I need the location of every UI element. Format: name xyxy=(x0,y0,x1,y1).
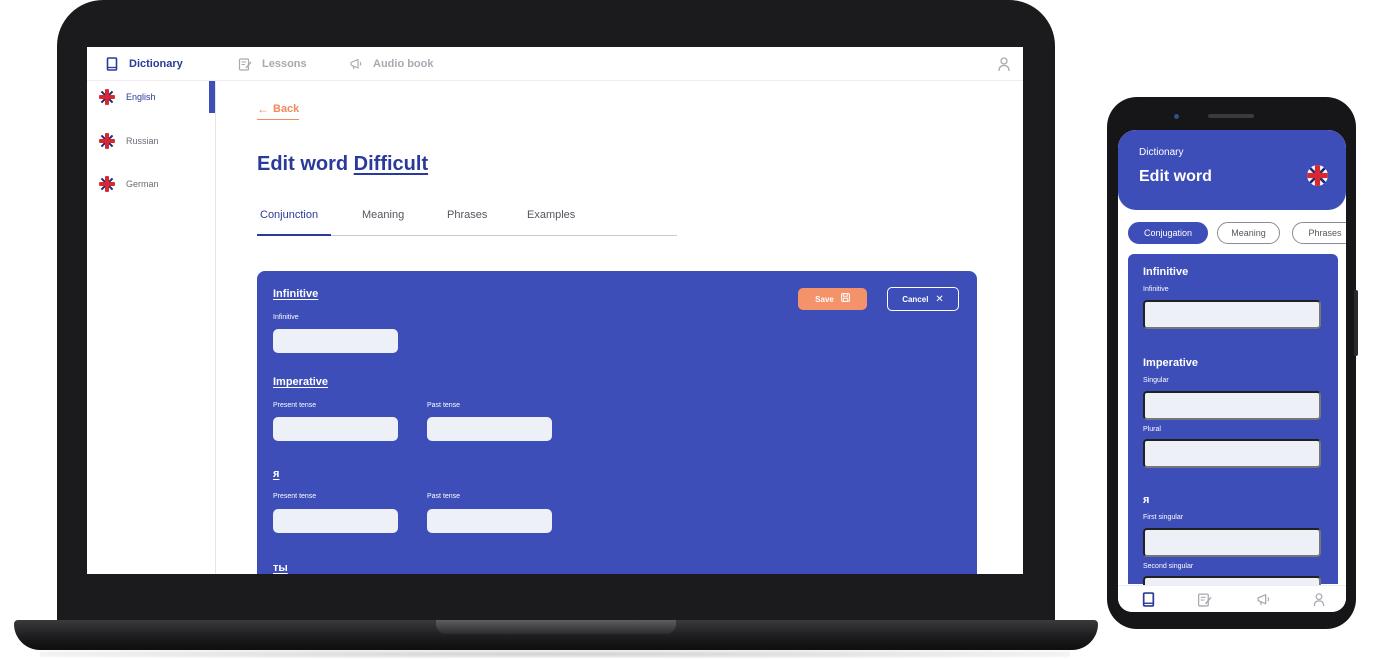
phone-singular-input[interactable] xyxy=(1143,391,1321,420)
infinitive-input[interactable] xyxy=(273,329,398,353)
tab-examples[interactable]: Examples xyxy=(527,209,575,236)
field-label-past-tense: Past tense xyxy=(427,493,461,500)
save-button[interactable]: Save xyxy=(798,288,867,310)
tab-conjunction[interactable]: Conjunction xyxy=(257,209,331,236)
laptop-screen: Dictionary Lessons Audio book English Ru… xyxy=(87,47,1023,574)
tab-bar: Conjunction Meaning Phrases Examples xyxy=(257,209,677,236)
laptop-notch xyxy=(436,620,676,634)
field-label-present-tense: Present tense xyxy=(273,493,317,500)
top-navigation: Dictionary Lessons Audio book xyxy=(87,47,1023,81)
page-title-prefix: Edit word xyxy=(257,153,349,175)
phone-label-plural: Plural xyxy=(1143,426,1161,433)
close-icon: ✕ xyxy=(935,293,944,305)
phone-speaker xyxy=(1208,114,1254,118)
phone-tab-conjugation[interactable]: Conjugation xyxy=(1128,222,1208,244)
phone-first-singular-input[interactable] xyxy=(1143,528,1321,557)
phone-conjugation-panel: Infinitive Infinitive Imperative Singula… xyxy=(1128,254,1338,605)
language-label: German xyxy=(126,179,159,189)
nav-lessons[interactable]: Lessons xyxy=(238,47,307,81)
phone-side-button xyxy=(1354,290,1358,356)
cancel-button[interactable]: Cancel ✕ xyxy=(887,287,959,311)
phone-subtitle: Dictionary xyxy=(1139,147,1184,158)
phone-label-first-singular: First singular xyxy=(1143,514,1184,521)
uk-flag-icon[interactable] xyxy=(1307,165,1328,186)
nav-lessons-label: Lessons xyxy=(262,58,307,70)
phone-label-second-singular: Second singular xyxy=(1143,563,1194,570)
ya-present-input[interactable] xyxy=(273,509,398,533)
language-item-english[interactable]: English xyxy=(99,87,156,107)
phone-bottom-nav xyxy=(1118,585,1346,612)
edit-note-icon[interactable] xyxy=(1197,592,1212,607)
page-title-word: Difficult xyxy=(353,153,429,175)
edit-note-icon xyxy=(238,57,252,71)
back-label: Back xyxy=(273,103,300,115)
phone-section-ya: я xyxy=(1143,494,1150,506)
book-icon xyxy=(105,57,119,71)
uk-flag-icon xyxy=(99,176,115,192)
back-link[interactable]: ← Back xyxy=(257,102,300,120)
phone-screen: Dictionary Edit word Conjugation Meaning… xyxy=(1118,130,1346,612)
nav-audiobook-label: Audio book xyxy=(373,58,434,70)
section-title-ty: ты xyxy=(273,562,288,574)
nav-dictionary-label: Dictionary xyxy=(129,58,183,70)
phone-section-imperative: Imperative xyxy=(1143,357,1199,369)
language-sidebar: English Russian German xyxy=(87,81,216,574)
section-title-ya: я xyxy=(273,468,280,480)
user-icon[interactable] xyxy=(1312,592,1327,607)
conjugation-panel: Infinitive Infinitive Save Cancel ✕ Impe… xyxy=(257,271,977,574)
phone-plural-input[interactable] xyxy=(1143,439,1321,468)
uk-flag-icon xyxy=(99,89,115,105)
megaphone-icon xyxy=(349,57,363,71)
tab-phrases[interactable]: Phrases xyxy=(447,209,487,236)
arrow-left-icon: ← xyxy=(257,102,269,116)
laptop-shadow xyxy=(40,650,1070,658)
megaphone-icon[interactable] xyxy=(1256,592,1271,607)
phone-section-infinitive: Infinitive xyxy=(1143,266,1189,278)
phone-tab-meaning[interactable]: Meaning xyxy=(1217,222,1280,244)
cancel-label: Cancel xyxy=(902,294,929,304)
uk-flag-icon xyxy=(99,133,115,149)
page-title: Edit word Difficult xyxy=(257,153,428,176)
floppy-disk-icon xyxy=(840,293,850,305)
language-label: English xyxy=(126,92,156,102)
language-label: Russian xyxy=(126,136,159,146)
imperative-present-input[interactable] xyxy=(273,417,398,441)
phone-label-infinitive: Infinitive xyxy=(1143,286,1169,293)
tab-meaning[interactable]: Meaning xyxy=(362,209,404,236)
language-item-german[interactable]: German xyxy=(99,174,159,194)
device-mockup-stage: Dictionary Lessons Audio book English Ru… xyxy=(0,0,1400,659)
language-item-russian[interactable]: Russian xyxy=(99,131,159,151)
nav-audiobook[interactable]: Audio book xyxy=(349,47,434,81)
phone-title: Edit word xyxy=(1139,168,1212,185)
phone-label-singular: Singular xyxy=(1143,377,1169,384)
section-title-imperative: Imperative xyxy=(273,376,329,388)
save-label: Save xyxy=(815,294,834,304)
field-label-past-tense: Past tense xyxy=(427,402,461,409)
ya-past-input[interactable] xyxy=(427,509,552,533)
book-icon[interactable] xyxy=(1141,592,1156,607)
section-title-infinitive: Infinitive xyxy=(273,288,319,300)
phone-header: Dictionary Edit word xyxy=(1118,130,1346,210)
imperative-past-input[interactable] xyxy=(427,417,552,441)
field-label-infinitive: Infinitive xyxy=(273,314,299,321)
active-language-indicator xyxy=(209,81,215,113)
field-label-present-tense: Present tense xyxy=(273,402,317,409)
nav-dictionary[interactable]: Dictionary xyxy=(105,47,183,81)
phone-tab-phrases[interactable]: Phrases xyxy=(1292,222,1346,244)
user-icon[interactable] xyxy=(997,56,1011,72)
phone-camera xyxy=(1174,114,1179,119)
phone-infinitive-input[interactable] xyxy=(1143,300,1321,329)
